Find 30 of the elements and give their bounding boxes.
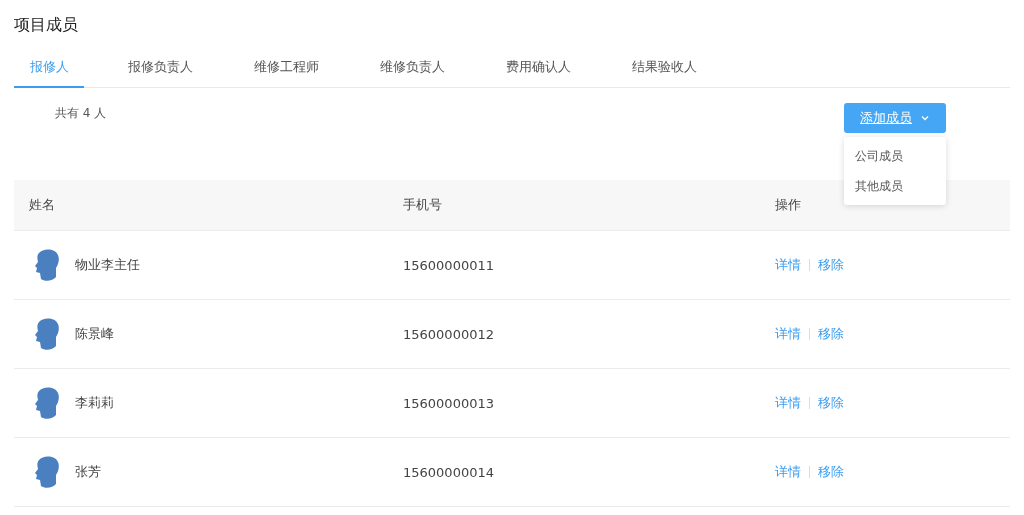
action-link[interactable]: 移除 xyxy=(818,256,844,274)
page-title: 项目成员 xyxy=(14,14,79,36)
column-header: 操作 xyxy=(775,196,801,214)
action-link[interactable]: 详情 xyxy=(775,256,801,274)
member-name: 物业李主任 xyxy=(75,256,140,274)
column-header: 姓名 xyxy=(29,196,55,214)
member-name: 陈景峰 xyxy=(75,325,114,343)
menu-item[interactable]: 其他成员 xyxy=(844,171,946,201)
member-name: 李莉莉 xyxy=(75,394,114,412)
column-header: 手机号 xyxy=(403,196,442,214)
tab[interactable]: 结果验收人 xyxy=(632,58,758,88)
action-link[interactable]: 移除 xyxy=(818,394,844,412)
member-count: 共有 4 人 xyxy=(55,105,107,122)
phone-number: 15600000014 xyxy=(403,464,494,480)
phone-number: 15600000011 xyxy=(403,257,494,273)
phone-number: 15600000012 xyxy=(403,326,494,342)
phone-number: 15600000013 xyxy=(403,395,494,411)
tab[interactable]: 报修负责人 xyxy=(128,58,254,88)
add-member-button[interactable]: 添加成员 xyxy=(844,103,946,133)
tab[interactable]: 报修人 xyxy=(14,58,84,88)
action-link[interactable]: 详情 xyxy=(775,325,801,343)
action-link[interactable]: 移除 xyxy=(818,325,844,343)
member-name: 张芳 xyxy=(75,463,101,481)
action-link[interactable]: 详情 xyxy=(775,463,801,481)
tab[interactable]: 费用确认人 xyxy=(506,58,632,88)
tab[interactable]: 维修工程师 xyxy=(254,58,380,88)
menu-item[interactable]: 公司成员 xyxy=(844,141,946,171)
action-link[interactable]: 移除 xyxy=(818,463,844,481)
action-link[interactable]: 详情 xyxy=(775,394,801,412)
tab[interactable]: 维修负责人 xyxy=(380,58,506,88)
